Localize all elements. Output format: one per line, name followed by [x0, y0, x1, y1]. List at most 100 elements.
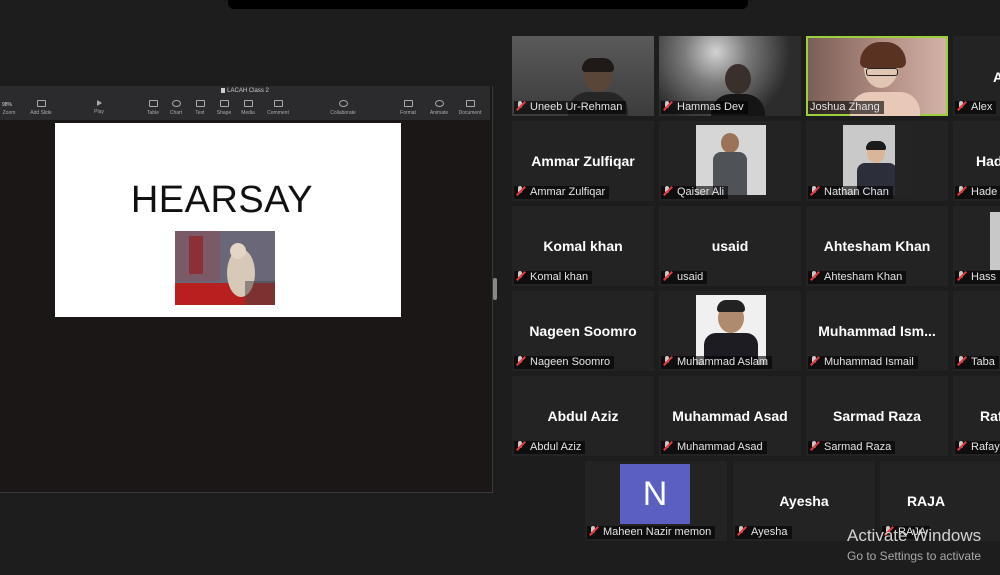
participant-name: Qaiser Ali [661, 186, 729, 199]
participant-tile-rafay[interactable]: Raf Rafay [953, 376, 1000, 456]
tool-play[interactable]: Play [84, 100, 114, 115]
participant-tile-maheen[interactable]: N Maheen Nazir memon [585, 461, 727, 541]
participant-display-name: Had [976, 153, 1000, 169]
participant-tile-alex[interactable]: A Alex [953, 36, 1000, 116]
background-object [895, 125, 913, 195]
participant-name: Uneeb Ur-Rehman [514, 101, 627, 114]
participant-name: usaid [661, 271, 708, 284]
participant-display-name: Komal khan [543, 238, 623, 254]
participant-display-name: Ammar Zulfiqar [531, 153, 635, 169]
mic-muted-icon [957, 441, 966, 451]
mic-muted-icon [810, 441, 819, 451]
document-icon [221, 88, 226, 93]
format-icon [403, 100, 413, 107]
participant-display-name: usaid [711, 238, 749, 254]
participant-tile-sarmad[interactable]: Sarmad Raza Sarmad Raza [806, 376, 948, 456]
participant-tile-usaid[interactable]: usaid usaid [659, 206, 801, 286]
mic-muted-icon [737, 526, 746, 536]
participant-name: Ammar Zulfiqar [514, 186, 610, 199]
participant-display-name: Sarmad Raza [833, 408, 921, 424]
mic-muted-icon [810, 356, 819, 366]
mic-muted-icon [516, 356, 525, 366]
participant-tile-abdul[interactable]: Abdul Aziz Abdul Aziz [512, 376, 654, 456]
mic-muted-icon [957, 271, 966, 281]
participant-name: Taba [955, 356, 999, 369]
participant-tile-hammas[interactable]: Hammas Dev [659, 36, 801, 116]
tool-comment[interactable]: Comment [263, 100, 293, 116]
participant-tile-joshua[interactable]: Joshua Zhang [806, 36, 948, 116]
participant-name: Ayesha [735, 526, 792, 539]
participant-name: Hade [955, 186, 1000, 199]
participant-tile-komal[interactable]: Komal khan Komal khan [512, 206, 654, 286]
participant-tile-hass[interactable]: Hass [953, 206, 1000, 286]
mic-muted-icon [663, 271, 672, 281]
tool-animate[interactable]: Animate [424, 100, 454, 116]
participant-name: Maheen Nazir memon [587, 526, 716, 539]
document-title: LACAH Class 2 [0, 88, 490, 94]
participant-display-name: Abdul Aziz [547, 408, 619, 424]
participant-name: Sarmad Raza [808, 441, 896, 454]
participant-display-name: Ahtesham Khan [823, 238, 931, 254]
person-hair [860, 42, 906, 68]
participant-name: Rafay [955, 441, 1000, 454]
participant-name: Joshua Zhang [808, 101, 884, 114]
avatar: N [620, 464, 690, 524]
person-hair [866, 141, 886, 150]
animate-icon [434, 100, 444, 107]
watermark-line-2: Go to Settings to activate [847, 549, 982, 563]
participant-name: Abdul Aziz [514, 441, 586, 454]
participant-display-name: Muhammad Asad [672, 408, 788, 424]
slide-image [175, 231, 275, 305]
tool-collaborate[interactable]: Collaborate [328, 100, 358, 116]
mic-muted-icon [957, 101, 966, 111]
split-resize-handle[interactable] [493, 278, 497, 300]
profile-photo [990, 212, 1000, 270]
participant-tile-ismail[interactable]: Muhammad Ism... Muhammad Ismail [806, 291, 948, 371]
participant-tile-hade[interactable]: Had Hade [953, 121, 1000, 201]
participant-display-name: Nageen Soomro [529, 323, 637, 339]
person-head [721, 133, 739, 153]
participant-tile-qaiser[interactable]: Qaiser Ali [659, 121, 801, 201]
slide-title: HEARSAY [130, 179, 314, 221]
tool-add-slide[interactable]: Add Slide [26, 100, 56, 116]
tool-document[interactable]: Document [455, 100, 485, 116]
participant-tile-ammar[interactable]: Ammar Zulfiqar Ammar Zulfiqar [512, 121, 654, 201]
participant-tile-asad[interactable]: Muhammad Asad Muhammad Asad [659, 376, 801, 456]
participant-display-name: Ayesha [779, 493, 829, 509]
glasses [866, 68, 898, 76]
tool-media[interactable]: Media [233, 100, 263, 116]
table-icon [148, 100, 158, 107]
participant-name: Muhammad Ismail [808, 356, 918, 369]
participant-tile-nathan[interactable]: Nathan Chan [806, 121, 948, 201]
mic-muted-icon [516, 101, 525, 111]
person-hair [582, 58, 614, 72]
mic-muted-icon [663, 356, 672, 366]
participant-tile-ahtesham[interactable]: Ahtesham Khan Ahtesham Khan [806, 206, 948, 286]
mic-muted-icon [957, 186, 966, 196]
participant-name: Nageen Soomro [514, 356, 615, 369]
participant-tile-uneeb[interactable]: Uneeb Ur-Rehman [512, 36, 654, 116]
participant-tile-nageen[interactable]: Nageen Soomro Nageen Soomro [512, 291, 654, 371]
profile-photo [696, 125, 766, 195]
participant-tile-aslam[interactable]: Muhammad Aslam [659, 291, 801, 371]
participant-tile-taba[interactable]: Taba [953, 291, 1000, 371]
mic-muted-icon [589, 526, 598, 536]
participant-name: Hammas Dev [661, 101, 748, 114]
participant-display-name: RAJA [906, 493, 946, 509]
participant-display-name: Muhammad Ism... [818, 323, 936, 339]
mic-muted-icon [516, 186, 525, 196]
media-icon [243, 100, 253, 107]
participant-name: Nathan Chan [808, 186, 893, 199]
document-icon [465, 100, 475, 107]
profile-photo [696, 295, 766, 365]
profile-photo [843, 125, 913, 195]
tool-format[interactable]: Format [393, 100, 423, 116]
mic-muted-icon [810, 186, 819, 196]
mic-muted-icon [663, 441, 672, 451]
participant-name: Muhammad Aslam [661, 356, 773, 369]
tool-zoom[interactable]: Zoom [0, 100, 24, 116]
participant-name: Muhammad Asad [661, 441, 767, 454]
person-hair [717, 300, 745, 312]
keynote-toolbar: LACAH Class 2 98% Zoom Add Slide Play Ta… [0, 86, 490, 120]
mic-muted-icon [516, 271, 525, 281]
